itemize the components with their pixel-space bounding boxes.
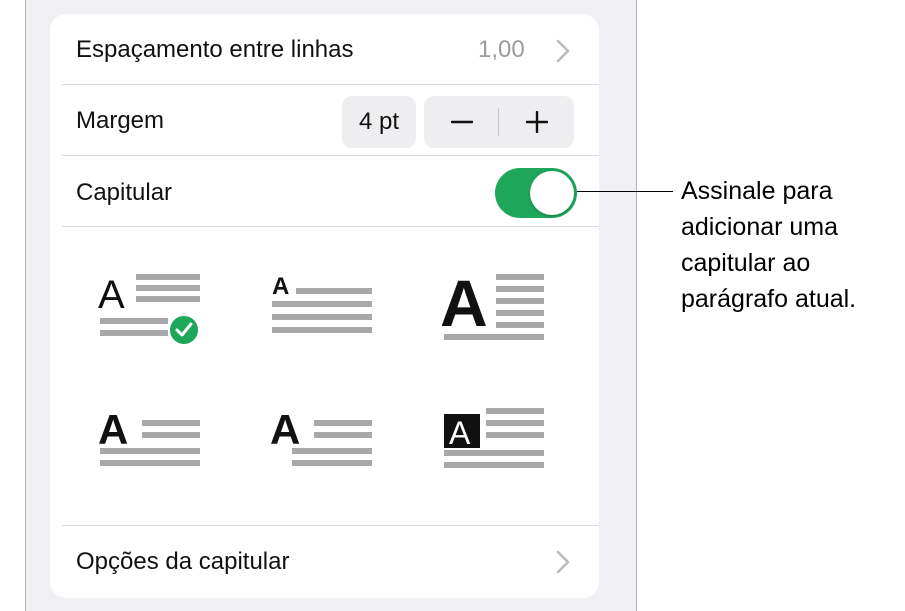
line-spacing-value: 1,00 xyxy=(478,36,525,63)
drop-cap-toggle[interactable] xyxy=(495,168,577,218)
chevron-right-icon[interactable] xyxy=(556,550,570,574)
drop-cap-label: Capitular xyxy=(76,179,173,206)
format-panel: Espaçamento entre linhas 1,00 Margem 4 p… xyxy=(50,14,599,598)
drop-cap-glyph: A xyxy=(442,272,488,340)
drop-cap-style-3[interactable]: A xyxy=(442,272,546,346)
callout-line-2: adicionar uma xyxy=(681,213,839,241)
callout-line-4: parágrafo atual. xyxy=(681,285,857,313)
drop-cap-style-4[interactable]: A xyxy=(98,406,202,480)
drop-cap-glyph: A xyxy=(98,273,125,317)
margin-stepper xyxy=(424,96,574,148)
callout-line-3: capitular ao xyxy=(681,249,811,277)
increment-button[interactable] xyxy=(499,96,574,148)
chevron-right-icon[interactable] xyxy=(556,39,570,63)
callout-line-1: Assinale para xyxy=(681,177,833,205)
divider xyxy=(62,525,599,526)
drop-cap-options-label[interactable]: Opções da capitular xyxy=(76,548,289,576)
minus-icon xyxy=(450,120,473,124)
decrement-button[interactable] xyxy=(424,96,499,148)
plus-icon xyxy=(525,111,548,133)
margin-value-field[interactable]: 4 pt xyxy=(342,96,416,148)
callout-annotation: Assinale para adicionar uma capitular ao… xyxy=(681,173,901,317)
margin-label: Margem xyxy=(76,107,165,134)
divider xyxy=(62,155,599,156)
divider xyxy=(62,226,599,227)
line-spacing-label: Espaçamento entre linhas xyxy=(76,36,354,63)
drop-cap-glyph: A xyxy=(98,406,128,453)
drop-cap-glyph: A xyxy=(449,415,471,451)
drop-cap-glyph: A xyxy=(272,273,289,300)
divider xyxy=(62,84,599,85)
callout-leader-line xyxy=(577,191,673,192)
toggle-knob xyxy=(530,171,574,215)
drop-cap-style-5[interactable]: A xyxy=(270,406,374,480)
drop-cap-style-6[interactable]: A xyxy=(442,406,546,480)
drop-cap-glyph: A xyxy=(270,406,300,453)
drop-cap-style-1[interactable]: A xyxy=(98,272,202,346)
drop-cap-style-2[interactable]: A xyxy=(270,272,374,346)
